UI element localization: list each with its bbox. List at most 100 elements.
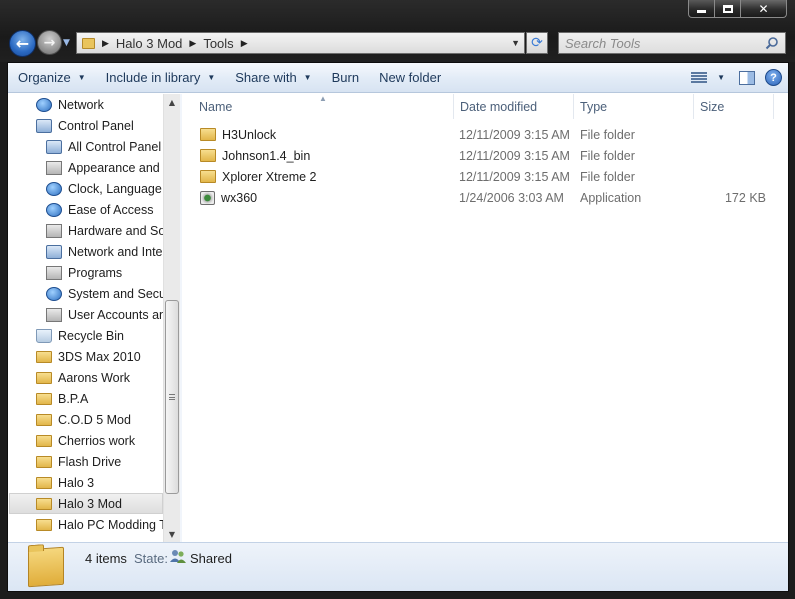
explorer-window: Organize ▼ Include in library ▼ Share with… [7, 62, 789, 592]
file-list: ▲ Name Date modified Type Size H3Unlock … [182, 94, 788, 542]
view-options-dropdown[interactable]: ▼ [717, 73, 725, 82]
share-with-button[interactable]: Share with ▼ [225, 63, 321, 93]
sidebar-item-programs[interactable]: Programs [46, 262, 122, 283]
new-folder-label: New folder [379, 70, 442, 85]
sidebar-item-network-internet[interactable]: Network and Inter [46, 241, 167, 262]
control-panel-icon [36, 118, 52, 133]
file-type: File folder [580, 148, 635, 163]
sidebar-item-label: Halo PC Modding T [58, 517, 167, 532]
sidebar-item-aarons-work[interactable]: Aarons Work [36, 367, 130, 388]
breadcrumb-separator-icon[interactable]: ▶ [241, 38, 248, 49]
minimize-button[interactable] [688, 0, 715, 18]
breadcrumb-tools[interactable]: Tools [203, 36, 233, 51]
sidebar-item-network[interactable]: Network [36, 94, 104, 115]
help-icon[interactable]: ? [765, 69, 782, 86]
folder-icon [200, 128, 216, 141]
file-size: 172 KB [724, 190, 766, 205]
sidebar-item-label: Control Panel [58, 118, 134, 133]
breadcrumb-separator-icon[interactable]: ▶ [102, 38, 109, 49]
forward-arrow-icon: → [43, 34, 56, 51]
sidebar-item-clock-language[interactable]: Clock, Language, [46, 178, 165, 199]
sidebar-item-cod-5-mod[interactable]: C.O.D 5 Mod [36, 409, 131, 430]
file-name-cell: H3Unlock [200, 124, 276, 145]
preview-pane-icon[interactable] [739, 70, 755, 85]
file-name-cell: wx360 [200, 187, 257, 208]
column-header-type[interactable]: Type [574, 94, 694, 119]
include-in-library-button[interactable]: Include in library ▼ [96, 63, 226, 93]
forward-button[interactable]: → [37, 30, 62, 55]
column-date-label: Date modified [460, 99, 538, 114]
breadcrumb-halo-3-mod[interactable]: Halo 3 Mod [116, 36, 182, 51]
sidebar-item-system-security[interactable]: System and Secur [46, 283, 170, 304]
folder-icon [36, 455, 52, 468]
sidebar-item-halo-pc-modding[interactable]: Halo PC Modding T [36, 514, 167, 535]
sidebar-item-label: Cherrios work [58, 433, 136, 448]
sidebar-item-label: Ease of Access [68, 202, 154, 217]
sidebar-item-halo-3-mod[interactable]: Halo 3 Mod [9, 493, 163, 514]
search-input[interactable]: Search Tools [558, 32, 786, 54]
file-size [692, 145, 766, 166]
back-arrow-icon: ← [15, 34, 30, 53]
sidebar-item-label: User Accounts and [68, 307, 173, 322]
sidebar-item-control-panel[interactable]: Control Panel [36, 115, 134, 136]
state-label: State: [134, 551, 168, 566]
scrollbar-thumb[interactable] [165, 300, 179, 494]
window-controls: ✕ [688, 0, 787, 18]
sidebar-item-bpa[interactable]: B.P.A [36, 388, 88, 409]
column-header-name[interactable]: Name [193, 94, 454, 119]
sidebar-item-3ds-max-2010[interactable]: 3DS Max 2010 [36, 346, 141, 367]
hardware-icon [46, 223, 62, 238]
column-headers: ▲ Name Date modified Type Size [182, 94, 788, 119]
sidebar-item-ease-of-access[interactable]: Ease of Access [46, 199, 153, 220]
sidebar-item-label: Flash Drive [58, 454, 122, 469]
maximize-button[interactable] [715, 0, 741, 18]
table-row[interactable]: wx360 1/24/2006 3:03 AM Application 172 … [182, 187, 788, 208]
table-row[interactable]: Xplorer Xtreme 2 12/11/2009 3:15 AM File… [182, 166, 788, 187]
burn-label: Burn [331, 70, 360, 85]
file-size [692, 124, 766, 145]
refresh-button[interactable]: ⟳ [526, 32, 548, 54]
address-bar[interactable]: ▶ Halo 3 Mod ▶ Tools ▶ ▼ [76, 32, 525, 54]
sidebar-item-appearance[interactable]: Appearance and P [46, 157, 172, 178]
sidebar-item-flash-drive[interactable]: Flash Drive [36, 451, 121, 472]
shared-users-icon [170, 550, 186, 563]
column-header-date-modified[interactable]: Date modified [454, 94, 574, 119]
sidebar-item-label: C.O.D 5 Mod [58, 412, 131, 427]
close-button[interactable]: ✕ [741, 0, 787, 18]
scroll-down-icon[interactable]: ▼ [164, 526, 180, 542]
new-folder-button[interactable]: New folder [369, 63, 451, 93]
sidebar-item-label: 3DS Max 2010 [58, 349, 141, 364]
sidebar-item-cherrios-work[interactable]: Cherrios work [36, 430, 135, 451]
navigation-scrollbar[interactable]: ▲ ▼ [163, 94, 180, 542]
sidebar-item-all-control-panel[interactable]: All Control Panel I [46, 136, 168, 157]
back-button[interactable]: ← [9, 30, 36, 57]
toolbar-right-group: ▼ ? [691, 63, 788, 93]
change-view-icon[interactable] [691, 71, 708, 84]
sidebar-item-halo-3[interactable]: Halo 3 [36, 472, 94, 493]
sidebar-item-user-accounts[interactable]: User Accounts and [46, 304, 173, 325]
column-header-size[interactable]: Size [694, 94, 774, 119]
recent-pages-dropdown[interactable]: ▼ [63, 38, 70, 48]
breadcrumb-separator-icon[interactable]: ▶ [189, 38, 196, 49]
table-row[interactable]: Johnson1.4_bin 12/11/2009 3:15 AM File f… [182, 145, 788, 166]
table-row[interactable]: H3Unlock 12/11/2009 3:15 AM File folder [182, 124, 788, 145]
search-placeholder: Search Tools [565, 35, 641, 51]
folder-icon [36, 518, 52, 531]
address-history-dropdown[interactable]: ▼ [511, 38, 520, 48]
grip-icon [169, 394, 175, 400]
sidebar-item-label: Halo 3 Mod [58, 496, 122, 511]
sidebar-item-label: Halo 3 [58, 475, 95, 490]
burn-button[interactable]: Burn [322, 63, 369, 93]
folder-icon [36, 371, 52, 384]
search-icon[interactable] [765, 36, 779, 50]
folder-icon [36, 350, 52, 363]
organize-button[interactable]: Organize ▼ [8, 63, 96, 93]
organize-label: Organize [18, 70, 71, 85]
file-size [692, 166, 766, 187]
sidebar-item-recycle-bin[interactable]: Recycle Bin [36, 325, 124, 346]
sidebar-item-hardware-sound[interactable]: Hardware and Sou [46, 220, 172, 241]
scroll-up-icon[interactable]: ▲ [164, 94, 180, 110]
folder-icon [36, 392, 52, 405]
file-type: File folder [580, 127, 635, 142]
folder-icon [36, 434, 52, 447]
